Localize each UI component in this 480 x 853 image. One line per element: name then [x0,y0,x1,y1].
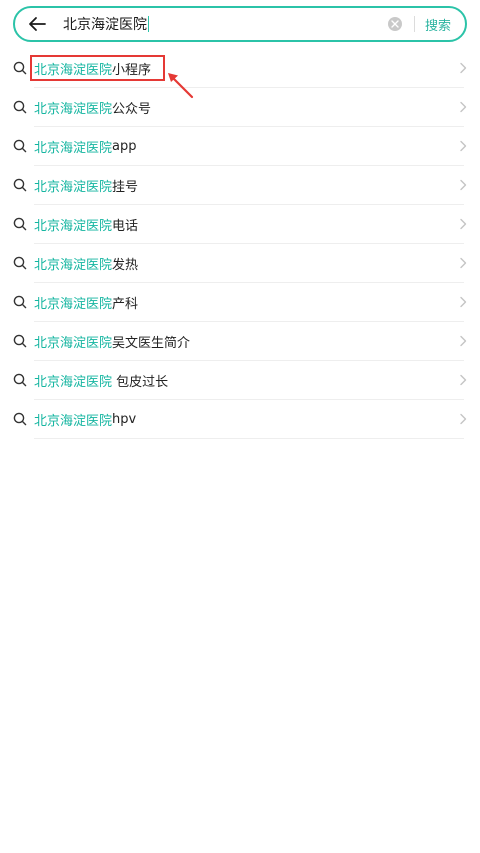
suggestion-rest: 挂号 [112,180,139,195]
suggestion-item[interactable]: 北京海淀医院 公众号 [0,88,480,127]
search-icon [13,100,27,114]
arrow-left-icon [29,17,46,31]
suggestion-item[interactable]: 北京海淀医院 app [0,127,480,166]
suggestion-label: 北京海淀医院 hpv [34,410,136,429]
suggestion-label: 北京海淀医院 包皮过长 [34,371,168,390]
search-input[interactable]: 北京海淀医院 [63,14,388,34]
annotation-box [30,55,165,81]
chevron-right-icon [460,335,467,347]
suggestion-label: 北京海淀医院 产科 [34,293,138,312]
search-icon [13,61,27,75]
suggestion-item[interactable]: 北京海淀医院 吴文医生简介 [0,322,480,361]
suggestion-highlight: 北京海淀医院 [34,297,113,312]
search-icon [13,373,27,387]
suggestion-highlight: 北京海淀医院 [34,414,113,429]
chevron-right-icon [460,140,467,152]
text-caret [148,16,149,32]
chevron-right-icon [460,179,467,191]
search-icon [13,295,27,309]
suggestion-item[interactable]: 北京海淀医院 包皮过长 [0,361,480,400]
suggestion-item[interactable]: 北京海淀医院 发热 [0,244,480,283]
suggestion-item[interactable]: 北京海淀医院 hpv [0,400,480,439]
suggestion-rest: 包皮过长 [112,375,169,390]
suggestion-item[interactable]: 北京海淀医院 电话 [0,205,480,244]
suggestion-label: 北京海淀医院 吴文医生简介 [34,332,190,351]
suggestion-rest: 公众号 [112,102,152,117]
suggestion-highlight: 北京海淀医院 [34,102,113,117]
suggestion-highlight: 北京海淀医院 [34,219,113,234]
suggestion-label: 北京海淀医院 电话 [34,215,138,234]
search-bar: 北京海淀医院 搜索 [13,6,467,42]
search-query-text: 北京海淀医院 [63,17,147,33]
suggestion-highlight: 北京海淀医院 [34,336,113,351]
suggestion-highlight: 北京海淀医院 [34,258,113,273]
clear-button[interactable] [387,17,402,31]
suggestion-label: 北京海淀医院 挂号 [34,176,138,195]
search-icon [13,334,27,348]
suggestion-rest: 吴文医生简介 [112,336,191,351]
suggestion-label: 北京海淀医院 app [34,137,137,156]
search-button[interactable]: 搜索 [425,15,451,34]
chevron-right-icon [460,218,467,230]
chevron-right-icon [460,62,467,74]
search-divider [413,16,415,32]
suggestion-label: 北京海淀医院 发热 [34,254,138,273]
suggestion-rest: hpv [112,412,137,427]
suggestion-rest: app [112,139,137,154]
suggestion-rest: 发热 [112,258,139,273]
search-icon [13,256,27,270]
search-icon [13,178,27,192]
search-icon [13,139,27,153]
chevron-right-icon [460,101,467,113]
search-icon [13,217,27,231]
chevron-right-icon [460,413,467,425]
suggestion-rest: 电话 [112,219,139,234]
suggestion-list: 北京海淀医院 小程序 北京海淀医院 公众号 北京海淀医院 app 北京海淀医院 … [0,49,480,439]
chevron-right-icon [460,374,467,386]
suggestion-item[interactable]: 北京海淀医院 挂号 [0,166,480,205]
chevron-right-icon [460,257,467,269]
chevron-right-icon [460,296,467,308]
suggestion-item[interactable]: 北京海淀医院 产科 [0,283,480,322]
clear-icon [391,20,399,28]
back-button[interactable] [25,12,49,36]
suggestion-highlight: 北京海淀医院 [34,375,113,390]
search-icon [13,412,27,426]
suggestion-highlight: 北京海淀医院 [34,141,113,156]
row-divider [34,438,464,439]
annotation-arrow-icon [168,73,194,99]
suggestion-label: 北京海淀医院 公众号 [34,98,151,117]
suggestion-highlight: 北京海淀医院 [34,180,113,195]
suggestion-rest: 产科 [112,297,139,312]
